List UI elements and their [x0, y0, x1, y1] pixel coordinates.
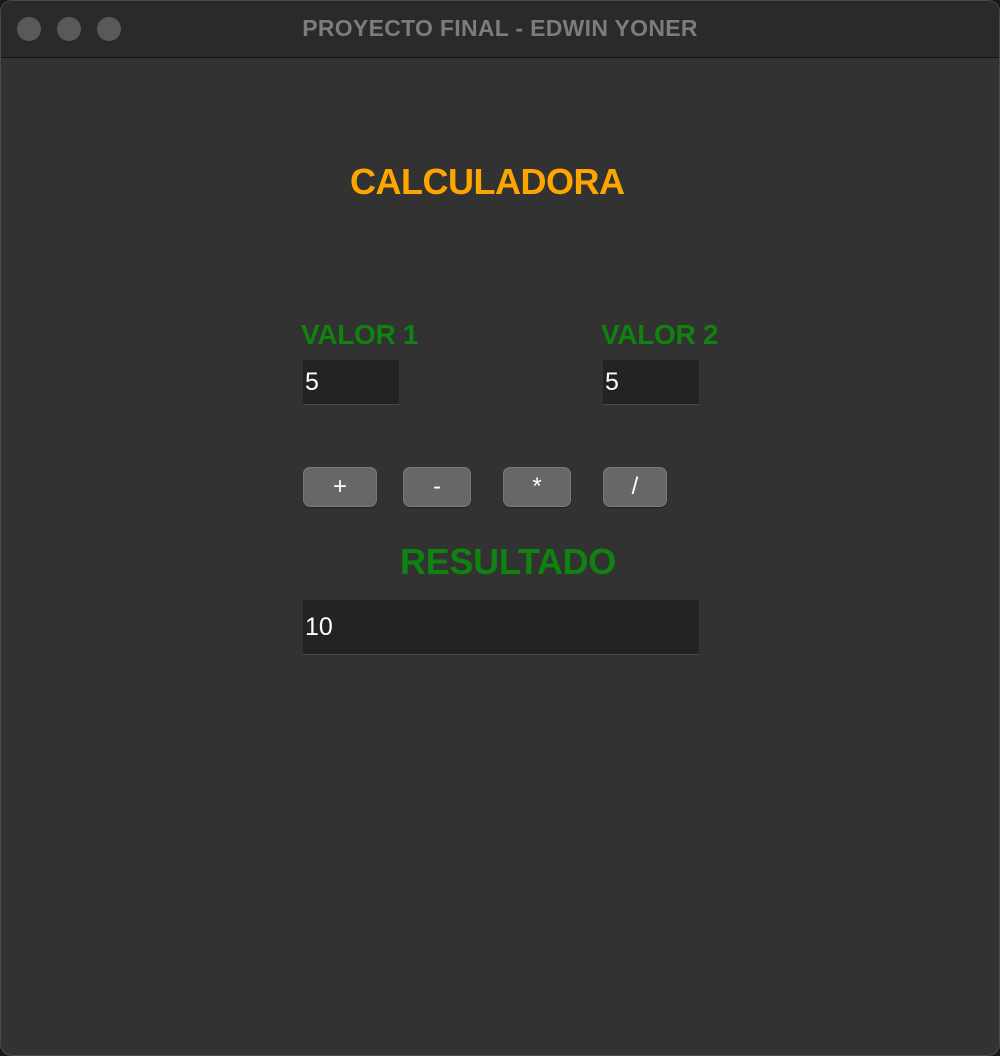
resultado-input[interactable] [303, 600, 699, 655]
valor2-input[interactable] [603, 360, 699, 405]
add-button[interactable]: + [303, 467, 377, 507]
valor1-input[interactable] [303, 360, 399, 405]
multiply-button[interactable]: * [503, 467, 571, 507]
divide-button[interactable]: / [603, 467, 667, 507]
calculator-window: PROYECTO FINAL - EDWIN YONER CALCULADORA… [0, 0, 1000, 1056]
window-titlebar[interactable]: PROYECTO FINAL - EDWIN YONER [1, 1, 999, 58]
window-title: PROYECTO FINAL - EDWIN YONER [302, 15, 698, 41]
resultado-label: RESULTADO [400, 541, 616, 582]
app-title: CALCULADORA [350, 161, 625, 202]
subtract-button[interactable]: - [403, 467, 471, 507]
valor2-label: VALOR 2 [601, 319, 719, 350]
valor1-label: VALOR 1 [301, 319, 419, 350]
